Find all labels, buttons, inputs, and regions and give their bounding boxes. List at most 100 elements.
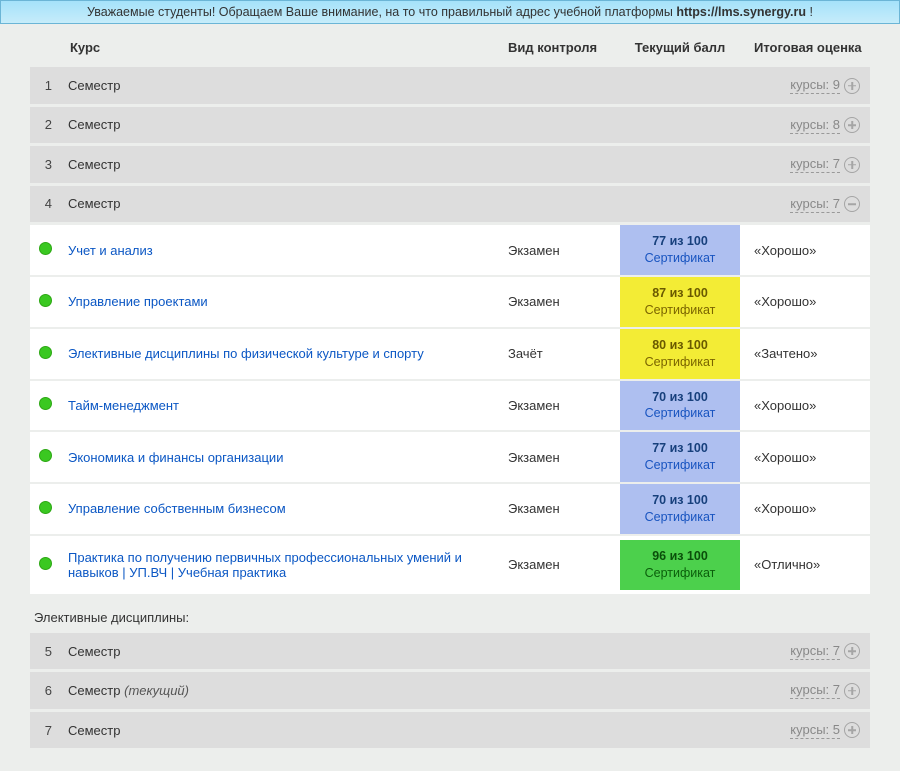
course-link[interactable]: Управление проектами [68,294,208,309]
course-row: Управление проектами Экзамен87 из 100Серт… [30,276,870,328]
score-badge[interactable]: 96 из 100Сертификат [620,540,740,590]
elective-heading: Элективные дисциплины: [30,595,870,633]
banner-url: https://lms.synergy.ru [676,5,806,19]
certificate-link[interactable]: Сертификат [624,457,736,474]
score-value: 96 из 100 [624,548,736,565]
status-dot [39,346,52,359]
course-link[interactable]: Экономика и финансы организации [68,450,283,465]
certificate-link[interactable]: Сертификат [624,405,736,422]
status-dot [39,557,52,570]
control-type: Экзамен [500,535,620,595]
final-grade: «Хорошо» [740,431,870,483]
notice-banner: Уважаемые студенты! Обращаем Ваше вниман… [0,0,900,24]
semester-label: Семестр [68,644,120,659]
final-grade: «Отлично» [740,535,870,595]
certificate-link[interactable]: Сертификат [624,302,736,319]
header-course: Курс [30,30,500,67]
semester-label: Семестр [68,683,120,698]
header-grade: Итоговая оценка [740,30,870,67]
status-dot [39,294,52,307]
expand-icon[interactable] [844,643,860,659]
semester-row[interactable]: 4Семестркурсы: 7 [30,184,870,224]
certificate-link[interactable]: Сертификат [624,354,736,371]
course-link[interactable]: Элективные дисциплины по физической куль… [68,346,424,361]
course-row: Практика по получению первичных професси… [30,535,870,595]
header-score: Текущий балл [620,30,740,67]
semester-row[interactable]: 6 Семестр (текущий) курсы: 7 [30,671,870,711]
status-dot [39,449,52,462]
semester-number: 4 [30,184,60,224]
course-row: Элективные дисциплины по физической куль… [30,328,870,380]
semester-row[interactable]: 7 Семестр курсы: 5 [30,710,870,750]
final-grade: «Хорошо» [740,483,870,535]
semester-row[interactable]: 5 Семестр курсы: 7 [30,633,870,671]
course-link[interactable]: Учет и анализ [68,243,153,258]
semester-course-count: курсы: 5 [790,722,840,739]
control-type: Экзамен [500,483,620,535]
course-row: Учет и анализ Экзамен77 из 100Сертификат«… [30,224,870,276]
course-link[interactable]: Управление собственным бизнесом [68,501,286,516]
status-dot [39,501,52,514]
score-value: 70 из 100 [624,492,736,509]
semester-number: 6 [30,671,60,711]
score-badge[interactable]: 77 из 100Сертификат [620,432,740,482]
score-value: 87 из 100 [624,285,736,302]
course-row: Экономика и финансы организации Экзамен77… [30,431,870,483]
semester-course-count: курсы: 9 [790,77,840,94]
expand-icon[interactable] [844,78,860,94]
score-badge[interactable]: 77 из 100Сертификат [620,225,740,275]
control-type: Зачёт [500,328,620,380]
semester-row[interactable]: 3 Семестр курсы: 7 [30,145,870,185]
control-type: Экзамен [500,380,620,432]
score-value: 80 из 100 [624,337,736,354]
semester-number: 1 [30,67,60,105]
control-type: Экзамен [500,224,620,276]
semester-label: Семестр [68,117,120,132]
banner-text-suffix: ! [806,5,813,19]
course-row: Тайм-менеджмент Экзамен70 из 100Сертифика… [30,380,870,432]
final-grade: «Хорошо» [740,224,870,276]
semester-number: 2 [30,105,60,145]
certificate-link[interactable]: Сертификат [624,509,736,526]
control-type: Экзамен [500,431,620,483]
course-row: Управление собственным бизнесом Экзамен70… [30,483,870,535]
banner-text-prefix: Уважаемые студенты! Обращаем Ваше вниман… [87,5,676,19]
semester-number: 3 [30,145,60,185]
final-grade: «Зачтено» [740,328,870,380]
semester-course-count: курсы: 7 [790,682,840,699]
semester-label: Семестр [68,723,120,738]
collapse-icon[interactable] [844,196,860,212]
course-link[interactable]: Тайм-менеджмент [68,398,179,413]
semester-course-count: курсы: 7 [790,196,840,213]
header-control: Вид контроля [500,30,620,67]
semester-row[interactable]: 1 Семестр курсы: 9 [30,67,870,105]
control-type: Экзамен [500,276,620,328]
score-badge[interactable]: 80 из 100Сертификат [620,329,740,379]
semester-course-count: курсы: 7 [790,156,840,173]
status-dot [39,397,52,410]
certificate-link[interactable]: Сертификат [624,250,736,267]
score-value: 70 из 100 [624,389,736,406]
final-grade: «Хорошо» [740,380,870,432]
expand-icon[interactable] [844,683,860,699]
semester-label: Семестр [68,157,120,172]
final-grade: «Хорошо» [740,276,870,328]
grades-table: Курс Вид контроля Текущий балл Итоговая … [30,30,870,751]
current-marker: (текущий) [124,683,189,698]
semester-course-count: курсы: 8 [790,117,840,134]
score-badge[interactable]: 70 из 100Сертификат [620,381,740,431]
semester-number: 7 [30,710,60,750]
expand-icon[interactable] [844,157,860,173]
semester-label: Семестр [68,78,120,93]
expand-icon[interactable] [844,117,860,133]
score-badge[interactable]: 70 из 100Сертификат [620,484,740,534]
semester-row[interactable]: 2 Семестр курсы: 8 [30,105,870,145]
semester-course-count: курсы: 7 [790,643,840,660]
semester-number: 5 [30,633,60,671]
score-value: 77 из 100 [624,440,736,457]
expand-icon[interactable] [844,722,860,738]
certificate-link[interactable]: Сертификат [624,565,736,582]
score-value: 77 из 100 [624,233,736,250]
course-link[interactable]: Практика по получению первичных професси… [68,550,462,580]
score-badge[interactable]: 87 из 100Сертификат [620,277,740,327]
